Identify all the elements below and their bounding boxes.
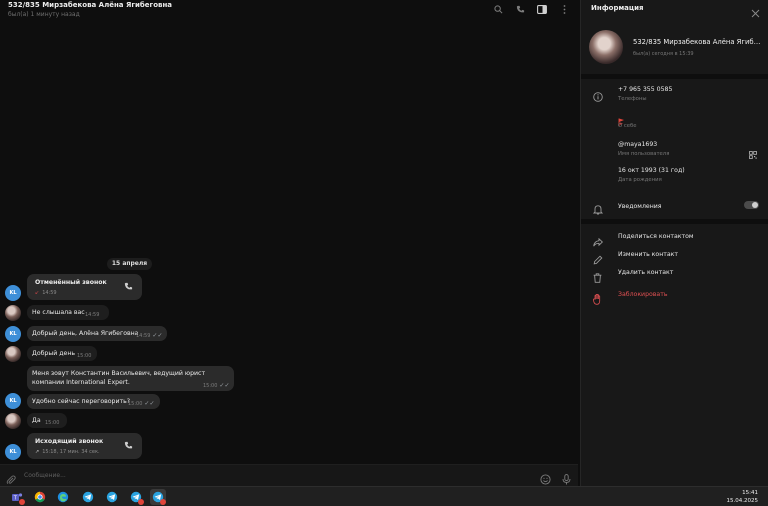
username-value[interactable]: @maya1693 xyxy=(618,141,657,148)
notification-badge xyxy=(138,499,144,505)
search-icon[interactable] xyxy=(492,3,504,15)
message-time: 15:18, 17 мин. 34 сек. xyxy=(42,449,100,455)
divider xyxy=(581,74,768,79)
phone-value[interactable]: +7 965 355 0585 xyxy=(618,86,672,93)
missed-call-arrow-icon: ↙ xyxy=(35,290,40,296)
message-time: 15:00 xyxy=(45,420,60,426)
message-bubble[interactable]: Да 15:00 xyxy=(27,413,67,428)
message-bubble[interactable]: Меня зовут Константин Васильевич, ведущи… xyxy=(27,366,234,391)
block-hand-icon xyxy=(592,290,602,309)
block-contact-button[interactable]: Заблокировать xyxy=(618,291,667,298)
message-time: 14:59 xyxy=(42,290,57,296)
phone-icon[interactable] xyxy=(514,3,526,15)
info-panel-title: Информация xyxy=(591,4,644,12)
teams-taskbar-icon[interactable]: T xyxy=(9,489,25,505)
profile-last-seen: был(а) сегодня в 15:39 xyxy=(633,51,694,57)
read-check-icon: ✓✓ xyxy=(152,332,163,339)
clock-date: 15.04.2025 xyxy=(726,498,759,504)
clock-time: 15:41 xyxy=(742,490,758,496)
read-check-icon: ✓✓ xyxy=(144,400,155,407)
message-bubble[interactable]: Не слышала вас 14:59 xyxy=(27,305,109,320)
chrome-taskbar-icon[interactable] xyxy=(32,489,48,505)
bell-icon xyxy=(592,200,604,219)
toggle-knob xyxy=(752,202,758,208)
username-label: Имя пользователя xyxy=(618,151,670,157)
call-back-icon[interactable] xyxy=(124,282,133,293)
close-icon[interactable] xyxy=(751,3,760,22)
edit-contact-button[interactable]: Изменить контакт xyxy=(618,251,678,258)
divider xyxy=(581,219,768,224)
system-clock[interactable]: 15:41 15.04.2025 xyxy=(727,489,759,505)
avatar[interactable] xyxy=(5,305,21,321)
avatar[interactable]: KL xyxy=(5,444,21,460)
message-input[interactable]: Сообщение... xyxy=(24,472,66,479)
telegram-taskbar-icon[interactable] xyxy=(128,489,144,505)
profile-avatar[interactable] xyxy=(589,30,623,64)
call-title: Отменённый звонок xyxy=(35,279,107,286)
chat-status: был(а) 1 минуту назад xyxy=(8,11,80,18)
info-panel: Информация 532/835 Мирзабекова Алёна Яги… xyxy=(580,0,768,486)
avatar[interactable]: KL xyxy=(5,393,21,409)
notification-badge xyxy=(160,499,166,505)
phone-label: Телефоны xyxy=(618,96,647,102)
birthday-value: 16 окт 1993 (31 год) xyxy=(618,167,685,174)
message-time: 14:59 xyxy=(136,333,151,339)
call-title: Исходящий звонок xyxy=(35,438,104,445)
delete-contact-button[interactable]: Удалить контакт xyxy=(618,269,673,276)
notifications-label: Уведомления xyxy=(618,203,662,210)
chat-header[interactable]: 532/835 Мирзабекова Алёна Ягибеговна был… xyxy=(0,0,578,22)
message-text: Удобно сейчас переговорить? xyxy=(32,398,131,405)
sidebar-toggle-icon[interactable] xyxy=(536,3,548,15)
message-time: 14:59 xyxy=(85,312,100,318)
chat-pane: 532/835 Мирзабекова Алёна Ягибеговна был… xyxy=(0,0,578,486)
compose-bar: Сообщение... xyxy=(0,464,578,486)
telegram-taskbar-icon[interactable] xyxy=(80,489,96,505)
message-text: Добрый день xyxy=(32,350,76,357)
call-message[interactable]: Исходящий звонок ↗ 15:18, 17 мин. 34 сек. xyxy=(27,433,142,459)
pencil-icon xyxy=(593,250,603,269)
edge-taskbar-icon[interactable] xyxy=(55,489,71,505)
birthday-label: Дата рождения xyxy=(618,177,662,183)
chat-title[interactable]: 532/835 Мирзабекова Алёна Ягибеговна xyxy=(8,1,172,9)
message-text: Да xyxy=(32,417,41,424)
taskbar: T 15:41 15.04.2025 xyxy=(0,486,768,506)
qr-code-icon[interactable] xyxy=(749,144,757,163)
read-check-icon: ✓✓ xyxy=(219,382,230,389)
telegram-taskbar-icon[interactable] xyxy=(104,489,120,505)
about-label: О себе xyxy=(618,123,637,129)
message-time: 15:00 xyxy=(203,383,218,389)
date-separator: 15 апреля xyxy=(107,258,152,270)
message-bubble[interactable]: Удобно сейчас переговорить? 15:00 ✓✓ xyxy=(27,394,160,409)
message-text: Не слышала вас xyxy=(32,309,85,316)
notification-badge xyxy=(19,499,25,505)
avatar[interactable]: KL xyxy=(5,285,21,301)
avatar[interactable]: KL xyxy=(5,326,21,342)
share-contact-button[interactable]: Поделиться контактом xyxy=(618,233,694,240)
avatar[interactable] xyxy=(5,346,21,362)
more-menu-icon[interactable] xyxy=(558,3,570,15)
red-flag-icon xyxy=(618,111,625,126)
message-time: 15:00 xyxy=(77,353,92,359)
call-back-icon[interactable] xyxy=(124,441,133,452)
avatar[interactable] xyxy=(5,413,21,429)
trash-icon xyxy=(593,268,602,287)
outgoing-call-arrow-icon: ↗ xyxy=(35,449,40,455)
message-text: Меня зовут Константин Васильевич, ведущи… xyxy=(32,370,206,386)
call-message[interactable]: Отменённый звонок ↙ 14:59 xyxy=(27,274,142,300)
notifications-toggle[interactable] xyxy=(744,201,759,209)
message-bubble[interactable]: Добрый день, Алёна Ягибеговна 14:59 ✓✓ xyxy=(27,326,167,341)
info-icon xyxy=(593,87,603,106)
message-text: Добрый день, Алёна Ягибеговна xyxy=(32,330,139,337)
profile-name: 532/835 Мирзабекова Алёна Ягибеговна xyxy=(633,38,763,46)
share-icon xyxy=(593,232,604,251)
message-bubble[interactable]: Добрый день 15:00 xyxy=(27,346,97,361)
telegram-taskbar-icon-active[interactable] xyxy=(150,489,166,505)
message-time: 15:00 xyxy=(128,401,143,407)
